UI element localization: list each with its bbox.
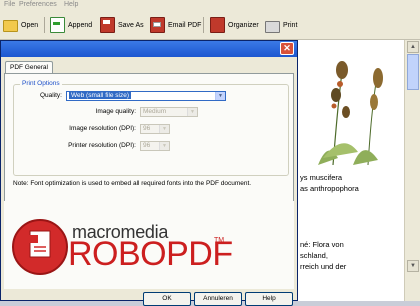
tab-pdf-general[interactable]: PDF General: [5, 61, 53, 73]
vertical-scrollbar[interactable]: ▲ ▼: [404, 40, 420, 301]
printer-resolution-select[interactable]: 96 ▼: [140, 141, 170, 151]
append-button[interactable]: Append: [50, 16, 92, 34]
pdf-options-dialog: ✕ PDF General Print Options Quality: Web…: [0, 40, 298, 306]
document-text-line: as anthropophora: [300, 184, 359, 193]
menu-help[interactable]: Help: [64, 1, 78, 8]
ok-button[interactable]: OK: [143, 292, 191, 306]
printer-resolution-label: Printer resolution (DPI):: [68, 142, 136, 149]
organizer-icon: [210, 17, 225, 33]
image-quality-select[interactable]: Medium ▼: [140, 107, 198, 117]
print-options-group: Print Options Quality: Web (small file s…: [13, 80, 289, 176]
image-quality-value: Medium: [143, 108, 167, 115]
chevron-down-icon[interactable]: ▼: [215, 92, 225, 100]
document-text-line: né: Flora von: [300, 240, 344, 249]
email-pdf-button[interactable]: Email PDF: [150, 16, 201, 34]
document-text-line: ys muscifera: [300, 173, 343, 182]
scroll-down-icon[interactable]: ▼: [407, 260, 419, 272]
image-resolution-label: Image resolution (DPI):: [69, 125, 136, 132]
help-button[interactable]: Help: [245, 292, 293, 306]
cancel-button[interactable]: Annuleren: [194, 292, 242, 306]
font-optimization-note: Note: Font optimization is used to embed…: [13, 180, 252, 187]
logo-trademark: TM: [214, 237, 225, 244]
document-text-line: rreich und der: [300, 262, 347, 271]
close-button[interactable]: ✕: [280, 42, 294, 55]
menu-bar: File Preferences Help: [0, 0, 420, 11]
chevron-down-icon: ▼: [159, 125, 169, 133]
email-icon: [150, 17, 165, 33]
document-text-line: schland,: [300, 251, 328, 260]
logo-area: macromedia ROBOPDF TM: [4, 201, 294, 289]
open-button[interactable]: Open: [3, 16, 38, 34]
logo-product-text: ROBOPDF: [68, 235, 233, 273]
dialog-titlebar: ✕: [1, 41, 297, 57]
scroll-thumb[interactable]: [407, 54, 419, 90]
organizer-button[interactable]: Organizer: [210, 16, 259, 34]
folder-open-icon: [3, 20, 18, 32]
botanical-illustration: [298, 40, 404, 170]
save-as-button[interactable]: Save As: [100, 16, 144, 34]
quality-label: Quality:: [39, 92, 62, 99]
toolbar: Open Append Save As Email PDF Organizer …: [0, 11, 420, 40]
chevron-down-icon: ▼: [187, 108, 197, 116]
robopdf-logo-icon: [12, 219, 68, 275]
group-title: Print Options: [20, 80, 62, 87]
print-button[interactable]: Print: [265, 16, 297, 34]
image-quality-label: Image quality:: [95, 108, 136, 115]
scroll-up-icon[interactable]: ▲: [407, 41, 419, 53]
menu-file[interactable]: File: [4, 1, 15, 8]
menu-preferences[interactable]: Preferences: [19, 1, 57, 8]
printer-icon: [265, 20, 280, 33]
image-resolution-value: 96: [143, 125, 151, 132]
append-icon: [50, 17, 65, 33]
chevron-down-icon: ▼: [159, 142, 169, 150]
printer-resolution-value: 96: [143, 142, 151, 149]
save-icon: [100, 17, 115, 33]
quality-select[interactable]: Web (small file size) ▼: [66, 91, 226, 101]
quality-value: Web (small file size): [69, 92, 132, 99]
image-resolution-select[interactable]: 96 ▼: [140, 124, 170, 134]
